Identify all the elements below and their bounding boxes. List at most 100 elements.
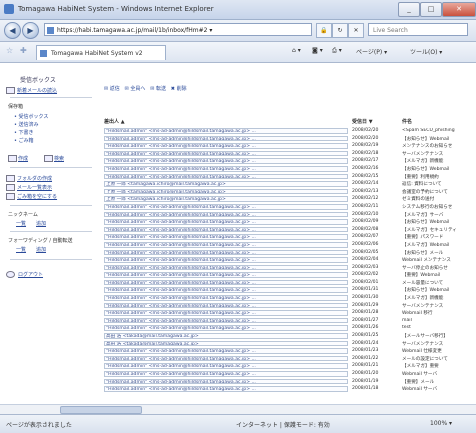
subject-cell[interactable]: <Spam SECU_phishing: [402, 128, 468, 133]
subject-cell[interactable]: 【お知らせ】Webmail: [402, 287, 468, 293]
table-row[interactable]: "Hildsmail.admin" <ms-ad-admin@hildsmail…: [104, 165, 468, 174]
folder-inbox[interactable]: • 受信ボックス: [14, 113, 48, 120]
table-row[interactable]: "Hildsmail.admin" <ms-ad-admin@hildsmail…: [104, 211, 468, 220]
table-row[interactable]: "Hildsmail.admin" <ms-ad-admin@hildsmail…: [104, 241, 468, 250]
table-row[interactable]: "Hildsmail.admin" <ms-ad-admin@hildsmail…: [104, 279, 468, 288]
table-row[interactable]: "Hildsmail.admin" <ms-ad-admin@hildsmail…: [104, 310, 468, 318]
table-row[interactable]: 上原 一郎 <tamagawa.ichiro@mail.tamagawa.ac.…: [104, 196, 468, 204]
subject-cell[interactable]: 【重要】パスワード: [402, 234, 468, 240]
sender-cell[interactable]: "Hildsmail.admin" <ms-ad-admin@hildsmail…: [104, 211, 348, 218]
table-row[interactable]: "Hildsmail.admin" <ms-ad-admin@hildsmail…: [104, 363, 468, 371]
sender-cell[interactable]: "Hildsmail.admin" <ms-ad-admin@hildsmail…: [104, 378, 348, 385]
col-from-header[interactable]: 差出人 ▲: [104, 118, 125, 125]
subject-cell[interactable]: Webmail サーバ: [402, 386, 468, 392]
sender-cell[interactable]: "Hildsmail.admin" <ms-ad-admin@hildsmail…: [104, 302, 348, 309]
sender-cell[interactable]: 高田 浩 <takada@mail.tamagawa.ac.jp>: [104, 340, 348, 347]
sender-cell[interactable]: "Hildsmail.admin" <ms-ad-admin@hildsmail…: [104, 348, 348, 354]
tools-menu[interactable]: ツール(O) ▾: [410, 47, 442, 56]
sender-cell[interactable]: "Hildsmail.admin" <ms-ad-admin@hildsmail…: [104, 317, 348, 324]
subject-cell[interactable]: 【お知らせ】Webmail: [402, 166, 468, 172]
subject-cell[interactable]: Webmail 移行: [402, 310, 468, 316]
subject-cell[interactable]: 【メルマガ】セキュリティ: [402, 227, 468, 233]
sender-cell[interactable]: "Hildsmail.admin" <ms-ad-admin@hildsmail…: [104, 150, 348, 157]
folder-sent[interactable]: • 送信済み: [14, 121, 39, 128]
table-row[interactable]: 上原 一郎 <tamagawa.ichiro@mail.tamagawa.ac.…: [104, 188, 468, 197]
reply-link[interactable]: 返信: [110, 86, 120, 92]
subject-cell[interactable]: test: [402, 325, 468, 330]
sender-cell[interactable]: "Hildsmail.admin" <ms-ad-admin@hildsmail…: [104, 203, 348, 210]
favorites-star-icon[interactable]: ☆: [6, 46, 13, 55]
maximize-button[interactable]: □: [420, 2, 442, 17]
sender-cell[interactable]: "Hildsmail.admin" <ms-ad-admin@hildsmail…: [104, 371, 348, 377]
subject-cell[interactable]: 会議室の予約について: [402, 189, 468, 195]
nickname-add-link[interactable]: 追加: [36, 220, 46, 227]
subject-cell[interactable]: システム移行のお知らせ: [402, 204, 468, 210]
sender-cell[interactable]: "Hildsmail.admin" <ms-ad-admin@hildsmail…: [104, 128, 348, 134]
table-row[interactable]: "Hildsmail.admin" <ms-ad-admin@hildsmail…: [104, 234, 468, 242]
subject-cell[interactable]: メール容量について: [402, 280, 468, 286]
table-row[interactable]: "Hildsmail.admin" <ms-ad-admin@hildsmail…: [104, 226, 468, 235]
table-row[interactable]: "Hildsmail.admin" <ms-ad-admin@hildsmail…: [104, 287, 468, 295]
compose-link[interactable]: 作成: [18, 155, 28, 162]
subject-cell[interactable]: 【メールサーバ移行】: [402, 333, 468, 339]
subject-cell[interactable]: 【重要】メール: [402, 379, 468, 385]
table-row[interactable]: "Hildsmail.admin" <ms-ad-admin@hildsmail…: [104, 249, 468, 258]
sender-cell[interactable]: "Hildsmail.admin" <ms-ad-admin@hildsmail…: [104, 386, 348, 392]
search-input[interactable]: Live Search: [368, 23, 468, 36]
table-row[interactable]: "Hildsmail.admin" <ms-ad-admin@hildsmail…: [104, 150, 468, 159]
folder-trash[interactable]: • ごみ箱: [14, 137, 34, 144]
lock-icon[interactable]: 🔒: [316, 23, 332, 38]
table-row[interactable]: "Hildsmail.admin" <ms-ad-admin@hildsmail…: [104, 173, 468, 182]
sender-cell[interactable]: 高田 浩 <takada@mail.tamagawa.ac.jp>: [104, 333, 348, 339]
empty-trash-link[interactable]: ごみ箱を空にする: [17, 193, 57, 200]
table-row[interactable]: "Hildsmail.admin" <ms-ad-admin@hildsmail…: [104, 143, 468, 151]
table-row[interactable]: "Hildsmail.admin" <ms-ad-admin@hildsmail…: [104, 219, 468, 227]
horizontal-scrollbar[interactable]: [0, 404, 476, 414]
delete-link[interactable]: 削除: [177, 86, 187, 92]
subject-cell[interactable]: 【お知らせ】Webmail: [402, 136, 468, 142]
table-row[interactable]: "Hildsmail.admin" <ms-ad-admin@hildsmail…: [104, 257, 468, 265]
sender-cell[interactable]: "Hildsmail.admin" <ms-ad-admin@hildsmail…: [104, 279, 348, 286]
forward-add-link[interactable]: 追加: [36, 246, 46, 253]
page-menu[interactable]: ページ(P) ▾: [356, 47, 387, 56]
table-row[interactable]: "Hildsmail.admin" <ms-ad-admin@hildsmail…: [104, 128, 468, 136]
table-row[interactable]: "Hildsmail.admin" <ms-ad-admin@hildsmail…: [104, 272, 468, 280]
forward-list-link[interactable]: 一覧: [16, 246, 26, 253]
subject-cell[interactable]: 【重要】利用規約: [402, 174, 468, 180]
sender-cell[interactable]: "Hildsmail.admin" <ms-ad-admin@hildsmail…: [104, 249, 348, 256]
subject-cell[interactable]: 【メルマガ】重要: [402, 363, 468, 369]
sender-cell[interactable]: "Hildsmail.admin" <ms-ad-admin@hildsmail…: [104, 257, 348, 263]
print-icon[interactable]: ⎙ ▾: [332, 47, 342, 55]
subject-cell[interactable]: Webmail 仕様変更: [402, 348, 468, 354]
minimize-button[interactable]: _: [398, 2, 420, 17]
subject-cell[interactable]: 【メルマガ】Webmail: [402, 242, 468, 248]
table-row[interactable]: "Hildsmail.admin" <ms-ad-admin@hildsmail…: [104, 158, 468, 166]
sender-cell[interactable]: "Hildsmail.admin" <ms-ad-admin@hildsmail…: [104, 363, 348, 369]
sender-cell[interactable]: "Hildsmail.admin" <ms-ad-admin@hildsmail…: [104, 135, 348, 142]
table-row[interactable]: "Hildsmail.admin" <ms-ad-admin@hildsmail…: [104, 355, 468, 364]
table-row[interactable]: "Hildsmail.admin" <ms-ad-admin@hildsmail…: [104, 325, 468, 333]
subject-cell[interactable]: 【お知らせ】Webmail: [402, 219, 468, 225]
sender-cell[interactable]: "Hildsmail.admin" <ms-ad-admin@hildsmail…: [104, 325, 348, 332]
scrollbar-thumb[interactable]: [60, 406, 142, 414]
sender-cell[interactable]: 上原 一郎 <tamagawa.ichiro@mail.tamagawa.ac.…: [104, 181, 348, 187]
table-row[interactable]: "Hildsmail.admin" <ms-ad-admin@hildsmail…: [104, 135, 468, 144]
sender-cell[interactable]: "Hildsmail.admin" <ms-ad-admin@hildsmail…: [104, 272, 348, 278]
table-row[interactable]: 上原 一郎 <tamagawa.ichiro@mail.tamagawa.ac.…: [104, 181, 468, 189]
reload-link[interactable]: 新着メールの読込: [17, 87, 57, 94]
table-row[interactable]: "Hildsmail.admin" <ms-ad-admin@hildsmail…: [104, 203, 468, 212]
subject-cell[interactable]: サーバメンテナンス: [402, 151, 468, 157]
subject-cell[interactable]: サーバメンテナンス: [402, 303, 468, 309]
subject-cell[interactable]: ゼミ資料の送付: [402, 196, 468, 202]
subject-cell[interactable]: Webmail サーバ: [402, 371, 468, 377]
list-view-link[interactable]: メール一覧表示: [17, 184, 52, 191]
create-folder-link[interactable]: フォルダの作成: [17, 175, 52, 182]
subject-cell[interactable]: メンテナンスのお知らせ: [402, 143, 468, 149]
sender-cell[interactable]: 上原 一郎 <tamagawa.ichiro@mail.tamagawa.ac.…: [104, 188, 348, 195]
add-favorites-icon[interactable]: ✚: [20, 46, 27, 55]
sender-cell[interactable]: "Hildsmail.admin" <ms-ad-admin@hildsmail…: [104, 234, 348, 240]
subject-cell[interactable]: メールの設定について: [402, 356, 468, 362]
subject-cell[interactable]: mail: [402, 318, 468, 323]
subject-cell[interactable]: 返信: 資料について: [402, 181, 468, 187]
table-row[interactable]: "Hildsmail.admin" <ms-ad-admin@hildsmail…: [104, 348, 468, 356]
